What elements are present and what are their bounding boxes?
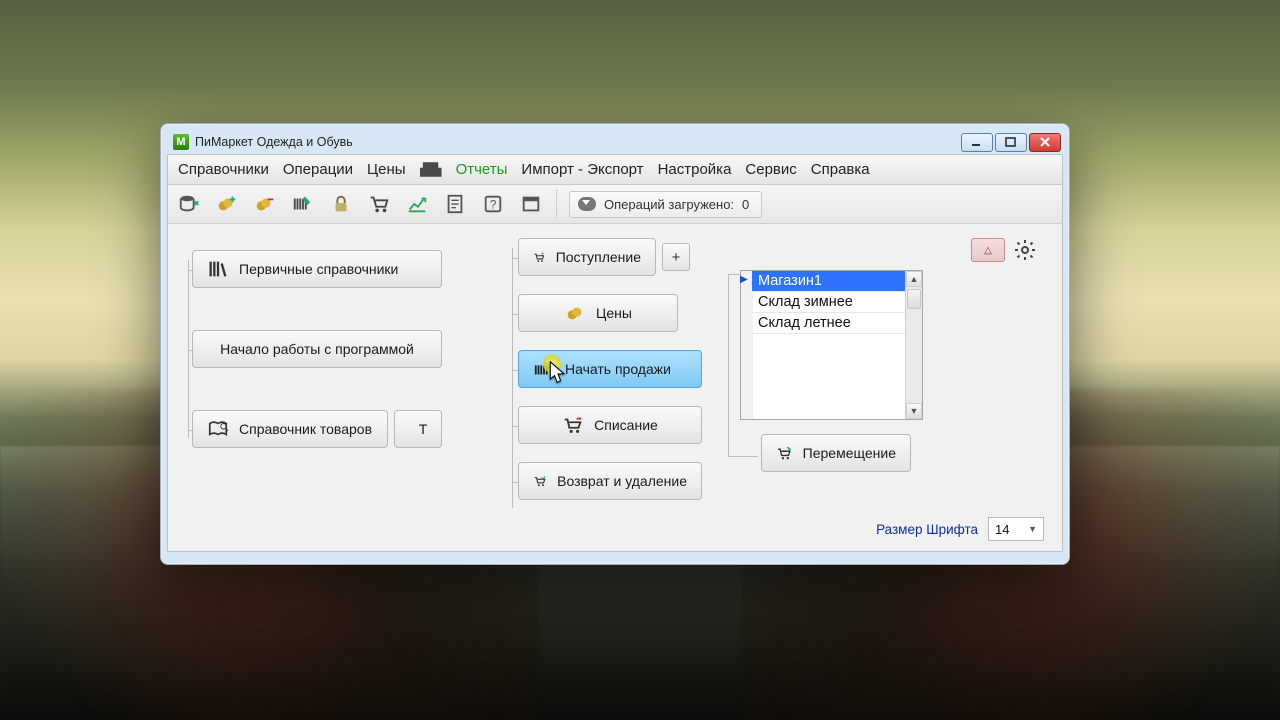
plus-label: + [672, 249, 681, 266]
settings-gear-button[interactable] [1013, 238, 1037, 262]
coins-plus-icon[interactable] [212, 189, 242, 219]
list-item-label: Магазин1 [758, 273, 822, 289]
warehouse-list[interactable]: Магазин1 Склад зимнее Склад летнее ▲ ▼ [751, 270, 923, 420]
document-icon[interactable] [440, 189, 470, 219]
menu-service[interactable]: Сервис [743, 159, 798, 180]
warning-icon: △ [984, 245, 992, 256]
menu-settings[interactable]: Настройка [656, 159, 734, 180]
menu-bar: Справочники Операции Цены Отчеты Импорт … [168, 155, 1062, 185]
receipt-button[interactable]: Поступление [518, 238, 656, 276]
list-item-label: Склад летнее [758, 315, 851, 331]
list-item[interactable]: Магазин1 [752, 271, 905, 292]
return-delete-button[interactable]: Возврат и удаление [518, 462, 702, 500]
toolbar-separator [556, 189, 557, 219]
print-icon[interactable] [420, 161, 442, 179]
coins-minus-icon[interactable] [250, 189, 280, 219]
cart-minus-icon [562, 414, 584, 436]
list-item-label: Склад зимнее [758, 294, 853, 310]
warning-button[interactable]: △ [971, 238, 1005, 262]
client-area: Справочники Операции Цены Отчеты Импорт … [167, 154, 1063, 552]
cart-return-icon [533, 470, 547, 492]
open-book-icon [207, 418, 229, 440]
barcode-edit-icon[interactable] [288, 189, 318, 219]
app-window: ПиMаркет Одежда и Обувь Справочники Опер… [160, 123, 1070, 565]
list-item[interactable]: Склад летнее [752, 313, 905, 334]
getting-started-button[interactable]: Начало работы с программой [192, 330, 442, 368]
cloud-download-icon [578, 197, 596, 211]
menu-references[interactable]: Справочники [176, 159, 271, 180]
font-size-select[interactable]: 14 ▼ [988, 517, 1044, 541]
goods-reference-button[interactable]: Справочник товаров [192, 410, 388, 448]
app-icon [173, 134, 189, 150]
help-icon[interactable]: ? [478, 189, 508, 219]
t-button[interactable]: Т [394, 410, 442, 448]
cart-plus-icon [533, 246, 546, 268]
writeoff-button[interactable]: Списание [518, 406, 702, 444]
menu-reports[interactable]: Отчеты [454, 159, 510, 180]
receipt-label: Поступление [556, 249, 641, 265]
svg-text:?: ? [490, 198, 497, 212]
list-item[interactable]: Склад зимнее [752, 292, 905, 313]
books-icon [207, 258, 229, 280]
goods-reference-label: Справочник товаров [239, 421, 372, 437]
tree-connector [728, 274, 729, 456]
primary-references-label: Первичные справочники [239, 261, 398, 277]
move-label: Перемещение [803, 445, 896, 461]
menu-import-export[interactable]: Импорт - Экспорт [519, 159, 645, 180]
scroll-up-button[interactable]: ▲ [906, 271, 922, 287]
coins-icon [564, 302, 586, 324]
start-sales-button[interactable]: Начать продажи [518, 350, 702, 388]
window-icon[interactable] [516, 189, 546, 219]
status-label: Операций загружено: [604, 197, 734, 212]
t-button-label: Т [419, 421, 428, 437]
list-scrollbar[interactable]: ▲ ▼ [905, 271, 922, 419]
getting-started-label: Начало работы с программой [220, 341, 414, 357]
prices-label: Цены [596, 305, 632, 321]
cart-move-icon [776, 442, 793, 464]
close-button[interactable] [1029, 133, 1061, 152]
tree-connector [512, 248, 513, 508]
window-title: ПиMаркет Одежда и Обувь [195, 135, 353, 149]
barcode-pen-icon [533, 358, 555, 380]
workspace: Первичные справочники Начало работы с пр… [168, 224, 1062, 551]
font-size-value: 14 [995, 522, 1009, 537]
scroll-thumb[interactable] [907, 289, 921, 309]
operations-loaded-status[interactable]: Операций загружено: 0 [569, 191, 762, 218]
tree-connector [188, 260, 189, 438]
chevron-down-icon: ▼ [1028, 524, 1037, 534]
receipt-add-button[interactable]: + [662, 243, 690, 271]
move-button[interactable]: Перемещение [761, 434, 911, 472]
primary-references-button[interactable]: Первичные справочники [192, 250, 442, 288]
cart-icon[interactable] [364, 189, 394, 219]
font-size-label: Размер Шрифта [876, 522, 978, 537]
desktop-wallpaper: ПиMаркет Одежда и Обувь Справочники Опер… [0, 0, 1280, 720]
db-icon[interactable] [174, 189, 204, 219]
titlebar[interactable]: ПиMаркет Одежда и Обувь [167, 130, 1063, 154]
footer: Размер Шрифта 14 ▼ [876, 517, 1044, 541]
menu-prices[interactable]: Цены [365, 159, 408, 180]
lock-icon[interactable] [326, 189, 356, 219]
start-sales-label: Начать продажи [565, 361, 671, 377]
menu-help[interactable]: Справка [809, 159, 872, 180]
writeoff-label: Списание [594, 417, 658, 433]
chart-up-icon[interactable] [402, 189, 432, 219]
maximize-button[interactable] [995, 133, 1027, 152]
return-delete-label: Возврат и удаление [557, 473, 687, 489]
prices-button[interactable]: Цены [518, 294, 678, 332]
toolbar: ? Операций загружено: 0 [168, 185, 1062, 224]
status-count: 0 [742, 197, 749, 212]
minimize-button[interactable] [961, 133, 993, 152]
scroll-down-button[interactable]: ▼ [906, 403, 922, 419]
menu-operations[interactable]: Операции [281, 159, 355, 180]
